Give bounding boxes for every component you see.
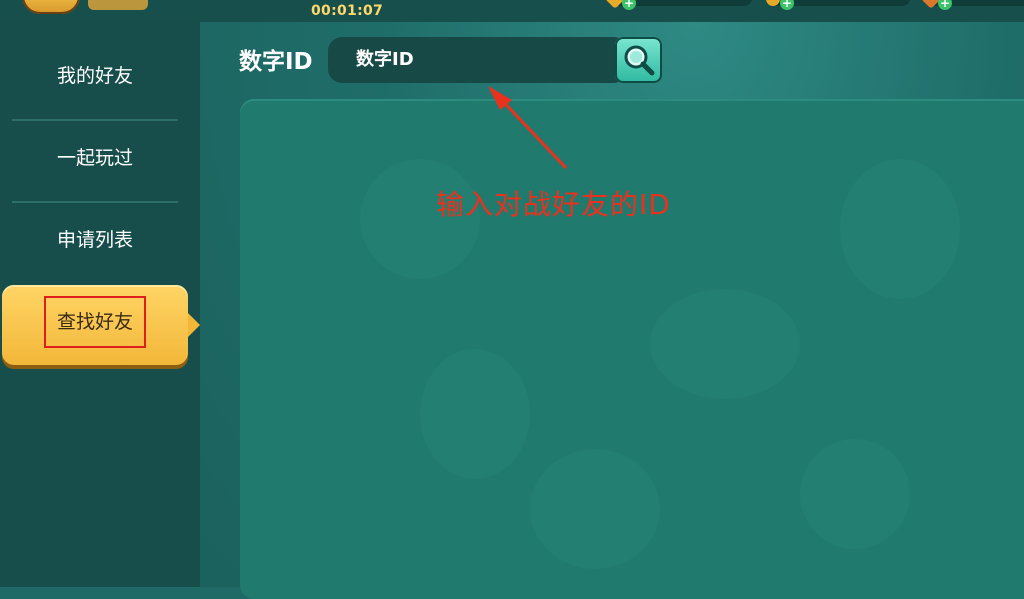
add-ticket-icon[interactable]: + [938, 0, 952, 10]
sidebar-item-request-list[interactable]: 申请列表 [0, 210, 190, 270]
friends-sidebar: 我的好友 一起玩过 申请列表 查找好友 [0, 22, 200, 587]
resource-gem[interactable]: + [605, 0, 752, 10]
coin-icon [766, 0, 780, 6]
resource-ticket[interactable]: + [921, 0, 1024, 10]
game-logo-text [88, 0, 148, 10]
background-decoration [650, 289, 800, 399]
background-decoration [420, 349, 530, 479]
sidebar-divider [12, 201, 178, 203]
sidebar-item-my-friends[interactable]: 我的好友 [0, 46, 190, 106]
sidebar-divider [12, 119, 178, 121]
background-decoration [800, 439, 910, 549]
digital-id-input[interactable] [356, 44, 596, 74]
search-results-panel [240, 99, 1024, 599]
game-logo [22, 0, 80, 14]
top-bar: 00:01:07 + + + [0, 0, 1024, 22]
annotation-arrow [488, 86, 568, 170]
sidebar-item-find-friends-label: 查找好友 [44, 296, 146, 348]
annotation-text: 输入对战好友的ID [436, 188, 671, 221]
search-button[interactable] [615, 37, 662, 83]
search-icon [624, 45, 655, 76]
background-decoration [530, 449, 660, 569]
digital-id-label: 数字ID [239, 49, 313, 75]
sidebar-item-played-together[interactable]: 一起玩过 [0, 128, 190, 188]
background-decoration [840, 159, 960, 299]
active-indicator-arrow [188, 313, 200, 337]
add-gem-icon[interactable]: + [622, 0, 636, 10]
resource-coin[interactable]: + [766, 0, 910, 10]
add-coin-icon[interactable]: + [780, 0, 794, 10]
game-timer: 00:01:07 [311, 3, 384, 19]
